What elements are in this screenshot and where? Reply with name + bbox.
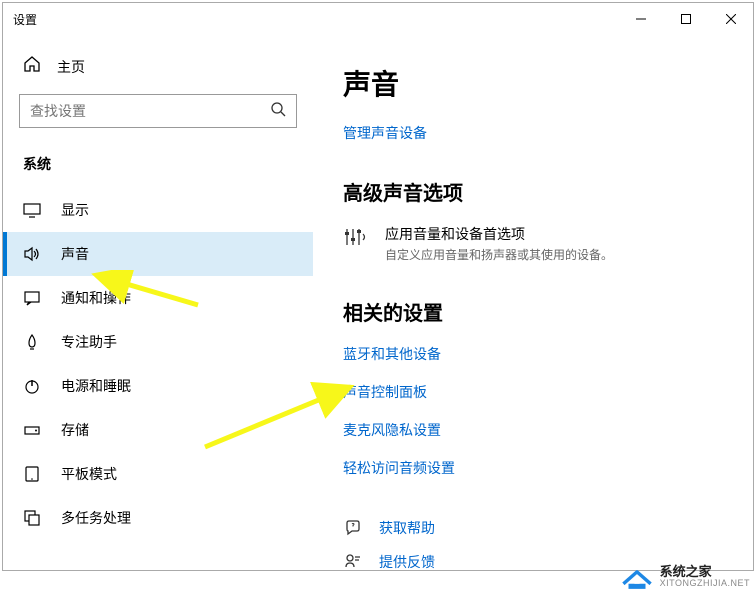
option-desc: 自定义应用音量和扬声器或其使用的设备。 — [385, 246, 613, 263]
titlebar: 设置 — [3, 3, 753, 35]
advanced-heading: 高级声音选项 — [343, 177, 723, 206]
window-controls — [618, 3, 753, 35]
search-input[interactable] — [30, 103, 270, 119]
watermark-en: XITONGZHIJIA.NET — [660, 579, 750, 589]
home-button[interactable]: 主页 — [3, 45, 313, 88]
nav-item-display[interactable]: 显示 — [3, 188, 313, 232]
mixer-icon — [343, 224, 369, 263]
nav-label: 显示 — [61, 200, 89, 220]
multitask-icon — [23, 509, 41, 527]
category-header: 系统 — [3, 146, 313, 188]
manage-devices-link[interactable]: 管理声音设备 — [343, 123, 723, 143]
notify-icon — [23, 289, 41, 307]
power-icon — [23, 377, 41, 395]
link-bluetooth[interactable]: 蓝牙和其他设备 — [343, 344, 723, 364]
nav-item-sound[interactable]: 声音 — [3, 232, 313, 276]
close-button[interactable] — [708, 3, 753, 35]
watermark-logo-icon — [620, 563, 654, 591]
nav-label: 多任务处理 — [61, 508, 131, 528]
maximize-button[interactable] — [663, 3, 708, 35]
link-sound-control-panel[interactable]: 声音控制面板 — [343, 382, 723, 402]
nav-item-focus[interactable]: 专注助手 — [3, 320, 313, 364]
nav-item-notifications[interactable]: 通知和操作 — [3, 276, 313, 320]
get-help[interactable]: 获取帮助 — [343, 518, 723, 538]
tablet-icon — [23, 465, 41, 483]
nav-item-multitask[interactable]: 多任务处理 — [3, 496, 313, 540]
help-icon — [343, 519, 363, 537]
search-box[interactable] — [19, 94, 297, 128]
help-label: 获取帮助 — [379, 518, 435, 538]
storage-icon — [23, 421, 41, 439]
sound-icon — [23, 245, 41, 263]
home-icon — [23, 55, 41, 78]
link-ease-of-access-audio[interactable]: 轻松访问音频设置 — [343, 458, 723, 478]
app-volume-option[interactable]: 应用音量和设备首选项 自定义应用音量和扬声器或其使用的设备。 — [343, 224, 723, 263]
main-panel: 声音 管理声音设备 高级声音选项 应用音量和设备首选项 自定义应用音量和扬声器或… — [313, 35, 753, 570]
related-links: 蓝牙和其他设备 声音控制面板 麦克风隐私设置 轻松访问音频设置 — [343, 344, 723, 478]
search-icon — [270, 101, 286, 122]
minimize-button[interactable] — [618, 3, 663, 35]
feedback-icon — [343, 553, 363, 570]
focus-icon — [23, 333, 41, 351]
option-title: 应用音量和设备首选项 — [385, 224, 613, 244]
watermark-cn: 系统之家 — [660, 565, 750, 579]
page-title: 声音 — [343, 63, 723, 103]
nav-item-power[interactable]: 电源和睡眠 — [3, 364, 313, 408]
nav-item-tablet[interactable]: 平板模式 — [3, 452, 313, 496]
nav-label: 平板模式 — [61, 464, 117, 484]
nav-label: 存储 — [61, 420, 89, 440]
settings-window: 设置 主页 — [2, 2, 754, 571]
sidebar: 主页 系统 显示 声音 — [3, 35, 313, 570]
nav-label: 专注助手 — [61, 332, 117, 352]
link-mic-privacy[interactable]: 麦克风隐私设置 — [343, 420, 723, 440]
nav-label: 声音 — [61, 244, 89, 264]
window-title: 设置 — [13, 11, 37, 28]
nav-label: 电源和睡眠 — [61, 376, 131, 396]
watermark: 系统之家 XITONGZHIJIA.NET — [620, 563, 750, 591]
home-label: 主页 — [57, 57, 85, 77]
related-heading: 相关的设置 — [343, 297, 723, 326]
nav-item-storage[interactable]: 存储 — [3, 408, 313, 452]
content-area: 主页 系统 显示 声音 — [3, 35, 753, 570]
nav-label: 通知和操作 — [61, 288, 131, 308]
display-icon — [23, 201, 41, 219]
feedback-label: 提供反馈 — [379, 552, 435, 570]
